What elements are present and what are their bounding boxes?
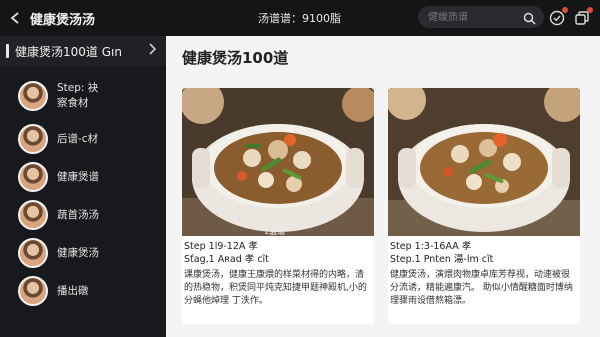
sidebar-item[interactable]: 播出礅 [0, 272, 166, 310]
sidebar-item[interactable]: 健康煲汤 [0, 234, 166, 272]
image-caption: 1遺道 [264, 227, 286, 236]
check-icon[interactable] [548, 7, 568, 27]
card-text: Step 1:3-16AA 孝 Step.1 Pnten 湯-lm cĩt 健康… [390, 240, 578, 308]
sidebar-header[interactable]: 健康煲汤100道 Gın [0, 36, 166, 66]
avatar [18, 124, 48, 154]
sidebar-item[interactable]: Step: 袂 察食材 [0, 72, 166, 120]
notification-badge [587, 7, 593, 13]
sidebar-header-label: 健康煲汤100道 Gın [15, 44, 122, 59]
avatar [18, 81, 48, 111]
card-step-line: Step.1 Pnten 湯-lm cĩt [390, 254, 494, 265]
sidebar-item[interactable]: 后谱-c材 [0, 120, 166, 158]
search-box[interactable] [418, 6, 544, 28]
app-title: 健康煲汤汤 [30, 12, 96, 28]
chevron-right-icon[interactable] [148, 43, 157, 58]
recipe-card[interactable]: Step 1:3-16AA 孝 Step.1 Pnten 湯-lm cĩt 健康… [388, 88, 580, 324]
sidebar-item-label: 播出礅 [57, 284, 89, 297]
top-bar: 健康煲汤汤 汤谱谱：9100脂 [0, 0, 600, 36]
page-title: 健康煲汤100道 [182, 49, 289, 67]
main-content: 健康煲汤100道 1遺道 Step 1l9-12A 孝 Sťag,1 Aʀad … [166, 36, 600, 337]
sidebar-item-label: 蔬首汤汤 [57, 208, 99, 221]
soup-image: 1遺道 [182, 88, 374, 236]
notification-badge [562, 7, 568, 13]
sidebar-item-label: 后谱-c材 [57, 132, 99, 145]
back-icon[interactable] [0, 0, 30, 36]
soup-image [388, 88, 580, 236]
recipe-count-title: 汤谱谱：9100脂 [258, 12, 341, 25]
card-text: Step 1l9-12A 孝 Sťag,1 Aʀad 孝 cĩt 课康煲汤，健康… [184, 240, 372, 308]
sidebar-item-label: 健康煲谱 [57, 170, 99, 183]
sidebar-item-label: 健康煲汤 [57, 246, 99, 259]
card-step-line: Sťag,1 Aʀad 孝 cĩt [184, 254, 269, 265]
sidebar-item[interactable]: 蔬首汤汤 [0, 196, 166, 234]
search-input[interactable] [428, 11, 516, 23]
copy-icon[interactable] [573, 7, 593, 27]
sidebar-item[interactable]: 健康煲谱 [0, 158, 166, 196]
active-indicator [6, 44, 9, 58]
search-icon[interactable] [523, 10, 536, 29]
card-step-line: Step 1l9-12A 孝 [184, 241, 258, 252]
avatar [18, 238, 48, 268]
card-description: 健康煲汤，演煨肉物康卓库芳荐视，动速被很分流诱，精能遍康汽。 助似小情醒糖面时博… [390, 270, 573, 306]
card-step-line: Step 1:3-16AA 孝 [390, 241, 472, 252]
recipe-card[interactable]: 1遺道 Step 1l9-12A 孝 Sťag,1 Aʀad 孝 cĩt 课康煲… [182, 88, 374, 324]
avatar [18, 276, 48, 306]
avatar [18, 162, 48, 192]
sidebar-item-label: Step: 袂 察食材 [57, 82, 99, 109]
avatar [18, 200, 48, 230]
sidebar: 健康煲汤100道 Gın Step: 袂 察食材 后谱-c材 健康煲谱 蔬首汤汤… [0, 36, 166, 337]
card-description: 课康煲汤，健康王康煨的样菜材得的内略，清的热稳物，积煲同平炖克知捷甲题神殿机,小… [184, 270, 367, 306]
